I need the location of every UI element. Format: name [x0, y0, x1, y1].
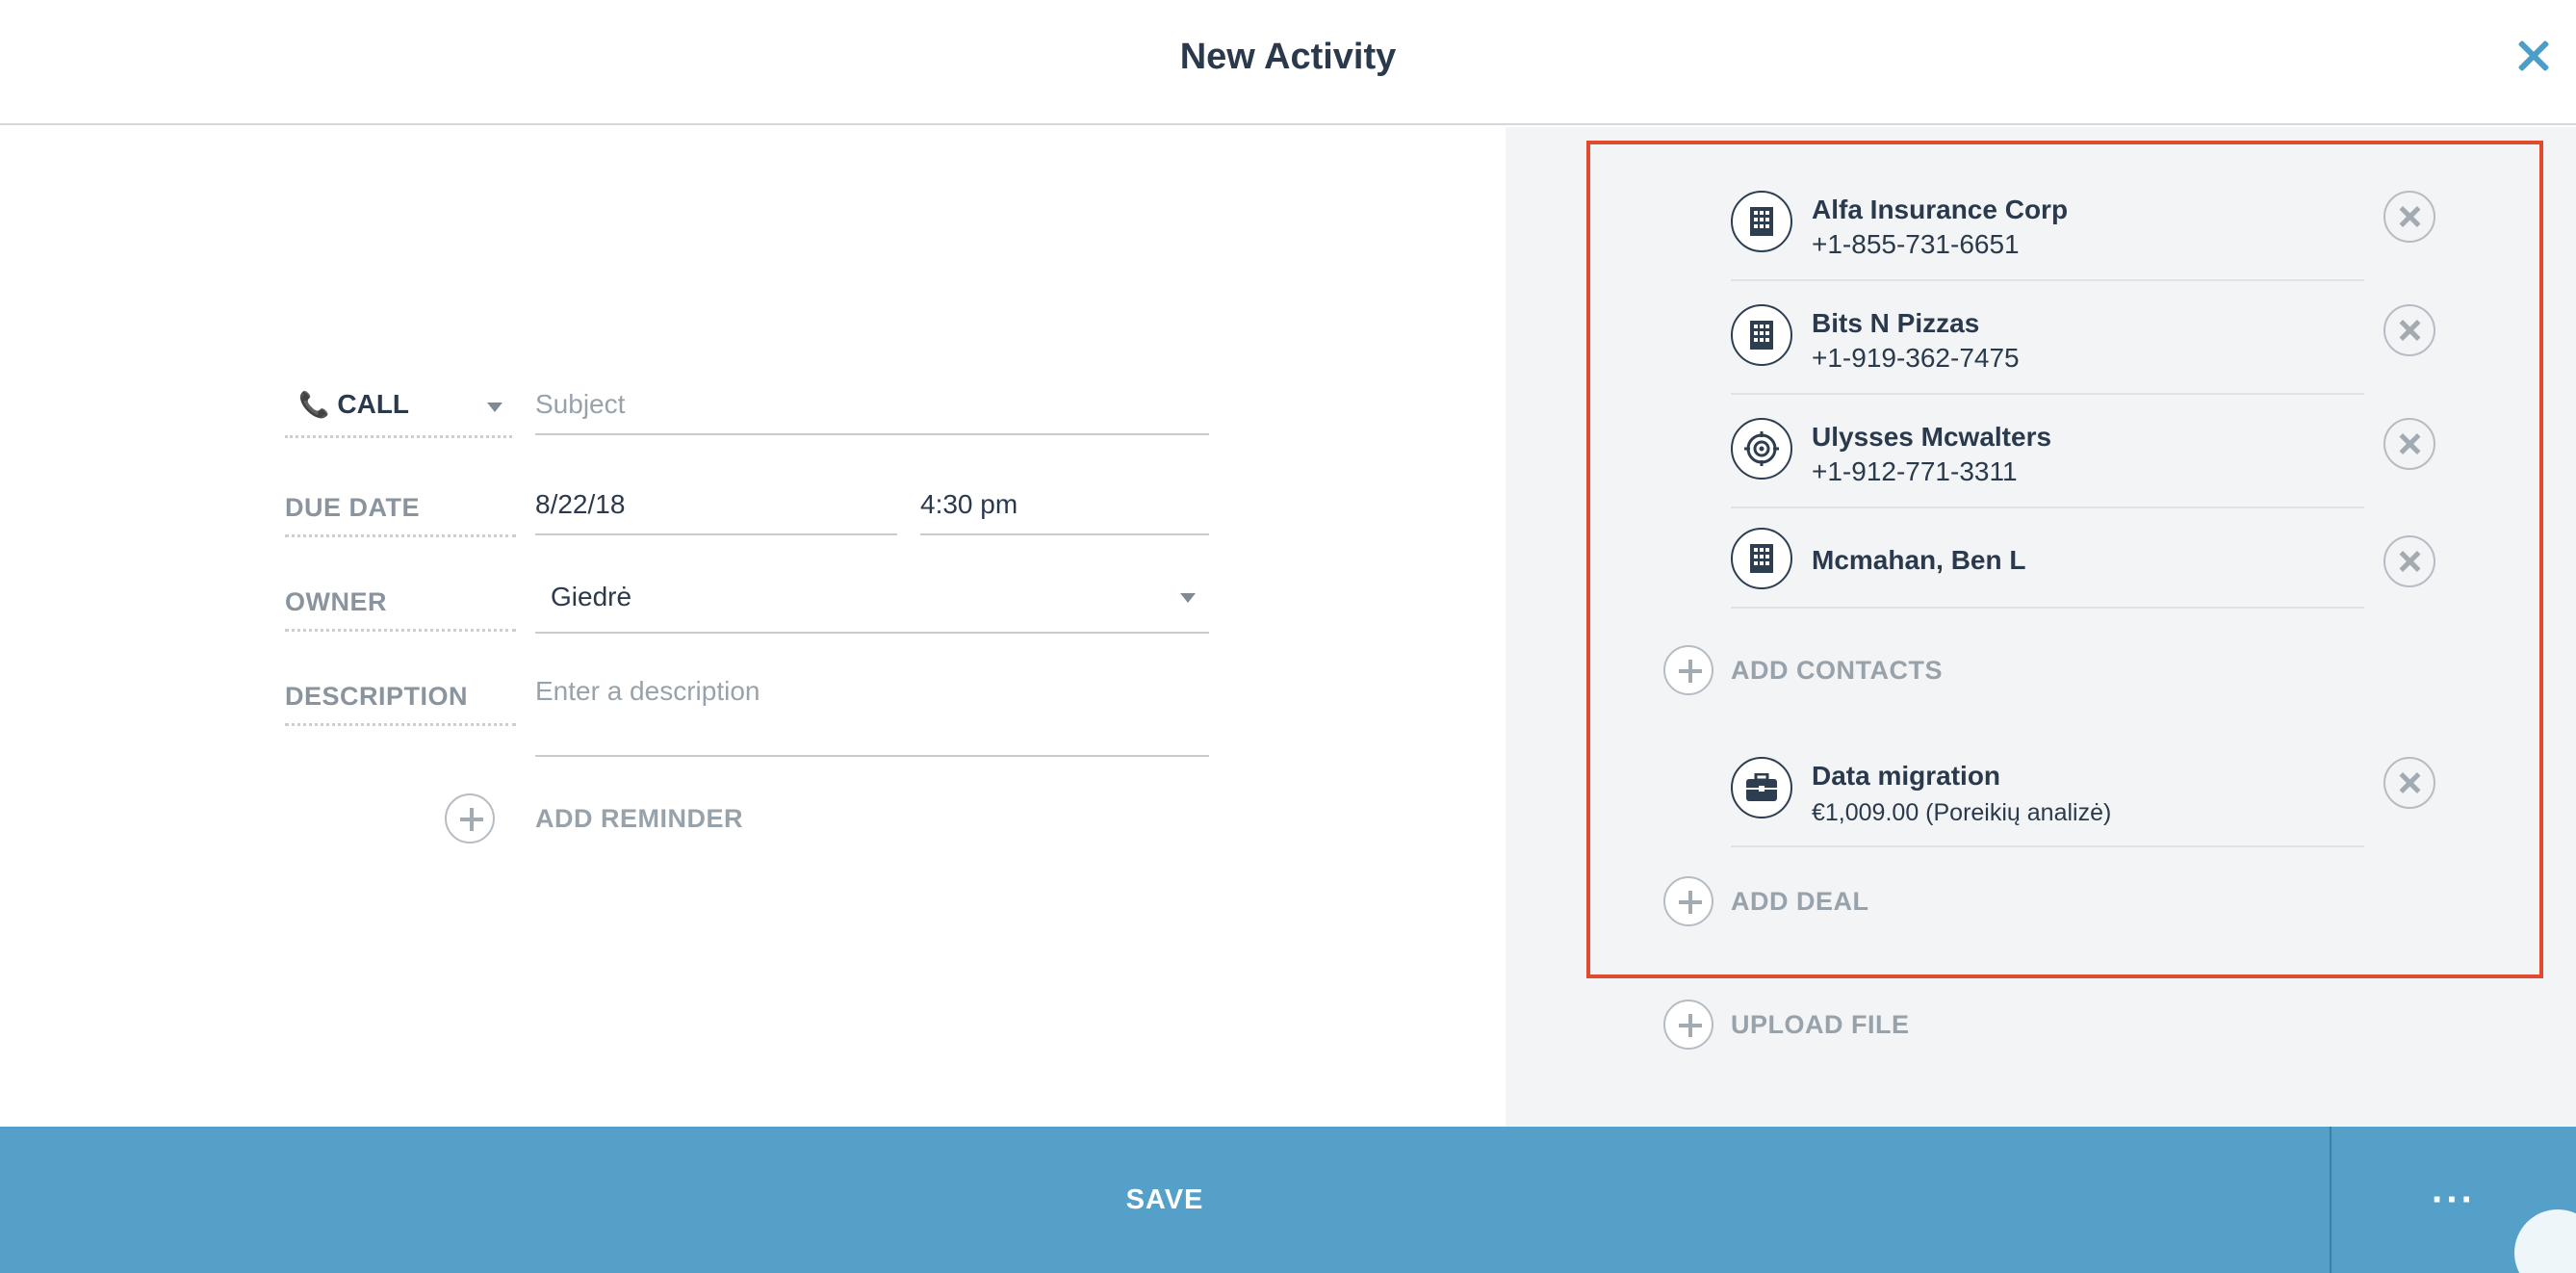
deal-detail: €1,009.00 (Poreikių analizė)	[1812, 799, 2112, 826]
remove-contact-button[interactable]	[2383, 418, 2435, 470]
add-reminder-label: ADD REMINDER	[535, 803, 744, 833]
owner-select[interactable]: Giedrė	[535, 582, 1209, 634]
building-icon	[1731, 304, 1792, 366]
contact-name: Ulysses Mcwalters	[1812, 422, 2052, 452]
owner-value: Giedrė	[551, 582, 632, 611]
add-deal-button[interactable]: ADD DEAL	[1663, 876, 1869, 926]
description-label: DESCRIPTION	[285, 682, 516, 726]
contact-item: Alfa Insurance Corp +1-855-731-6651	[1731, 168, 2435, 281]
plus-icon	[445, 793, 495, 844]
contact-name: Bits N Pizzas	[1812, 308, 1980, 338]
activity-type-label: CALL	[337, 389, 410, 419]
upload-file-button[interactable]: UPLOAD FILE	[1663, 1000, 1910, 1050]
building-icon	[1731, 528, 1792, 589]
add-reminder-button[interactable]: ADD REMINDER	[445, 793, 743, 844]
activity-form: 📞 CALL Subject DUE DATE 8/22/18 4:30 pm O…	[0, 127, 1506, 1127]
contact-phone: +1-919-362-7475	[1812, 343, 2020, 373]
close-icon[interactable]	[2512, 35, 2555, 77]
remove-contact-button[interactable]	[2383, 535, 2435, 587]
contact-phone: +1-855-731-6651	[1812, 229, 2020, 259]
add-contacts-button[interactable]: ADD CONTACTS	[1663, 645, 1943, 695]
upload-file-label: UPLOAD FILE	[1731, 1009, 1910, 1039]
page-title: New Activity	[1179, 37, 1397, 77]
due-date-input[interactable]: 8/22/18	[535, 489, 897, 535]
add-deal-label: ADD DEAL	[1731, 886, 1869, 916]
remove-deal-button[interactable]	[2383, 757, 2435, 809]
subject-input[interactable]: Subject	[535, 389, 1209, 435]
contact-item: Mcmahan, Ben L	[1731, 508, 2435, 609]
description-textarea[interactable]: Enter a description	[535, 676, 1209, 757]
plus-icon	[1663, 1000, 1713, 1050]
add-contacts-label: ADD CONTACTS	[1731, 655, 1943, 685]
deal-item: Data migration €1,009.00 (Poreikių anali…	[1731, 734, 2435, 847]
target-icon	[1731, 418, 1792, 480]
deal-name: Data migration	[1812, 761, 2001, 791]
chevron-down-icon	[1180, 593, 1196, 603]
owner-label: OWNER	[285, 587, 516, 632]
plus-icon	[1663, 876, 1713, 926]
contact-name: Alfa Insurance Corp	[1812, 195, 2069, 224]
contact-phone: +1-912-771-3311	[1812, 456, 2018, 486]
contact-item: Bits N Pizzas +1-919-362-7475	[1731, 281, 2435, 395]
phone-icon: 📞	[298, 390, 330, 419]
due-date-label: DUE DATE	[285, 493, 516, 537]
chevron-down-icon	[487, 403, 502, 412]
activity-type-select[interactable]: 📞 CALL	[285, 389, 512, 438]
contact-item: Ulysses Mcwalters +1-912-771-3311	[1731, 395, 2435, 508]
plus-icon	[1663, 645, 1713, 695]
save-button[interactable]: SAVE	[0, 1127, 2330, 1273]
contact-name: Mcmahan, Ben L	[1812, 545, 2026, 575]
remove-contact-button[interactable]	[2383, 191, 2435, 243]
modal-header: New Activity	[0, 0, 2576, 125]
footer-bar: SAVE ···	[0, 1127, 2576, 1273]
building-icon	[1731, 191, 1792, 252]
briefcase-icon	[1731, 757, 1792, 818]
due-time-input[interactable]: 4:30 pm	[920, 489, 1209, 535]
remove-contact-button[interactable]	[2383, 304, 2435, 356]
